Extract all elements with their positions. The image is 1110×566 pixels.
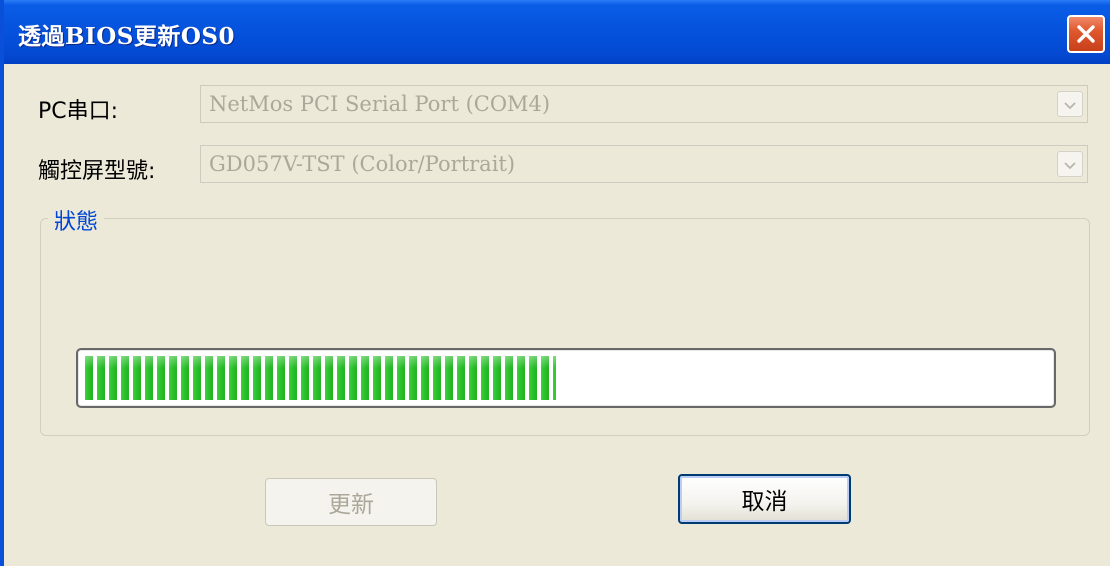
model-label: 觸控屏型號: bbox=[38, 159, 156, 184]
pc-port-select[interactable]: NetMos PCI Serial Port (COM4) bbox=[200, 85, 1088, 123]
chevron-down-icon bbox=[1064, 95, 1076, 114]
dialog-window: 透過BIOS更新OS0 PC串口: NetMos PCI Serial Port… bbox=[0, 0, 1110, 566]
model-dropdown-button[interactable] bbox=[1057, 151, 1083, 177]
model-value: GD057V-TST (Color/Portrait) bbox=[209, 152, 516, 176]
progress-fill bbox=[85, 356, 556, 400]
chevron-down-icon bbox=[1064, 155, 1076, 174]
title-bar[interactable]: 透過BIOS更新OS0 bbox=[4, 0, 1110, 64]
close-button[interactable] bbox=[1067, 15, 1105, 53]
model-select[interactable]: GD057V-TST (Color/Portrait) bbox=[200, 145, 1088, 183]
pc-port-value: NetMos PCI Serial Port (COM4) bbox=[209, 92, 551, 116]
update-button[interactable]: 更新 bbox=[265, 478, 437, 526]
close-icon bbox=[1075, 23, 1097, 45]
progress-bar bbox=[76, 348, 1056, 408]
cancel-button[interactable]: 取消 bbox=[678, 474, 851, 524]
status-group-label: 狀態 bbox=[48, 204, 105, 236]
pc-port-label: PC串口: bbox=[38, 99, 119, 124]
pc-port-dropdown-button[interactable] bbox=[1057, 91, 1083, 117]
window-title: 透過BIOS更新OS0 bbox=[18, 23, 235, 50]
